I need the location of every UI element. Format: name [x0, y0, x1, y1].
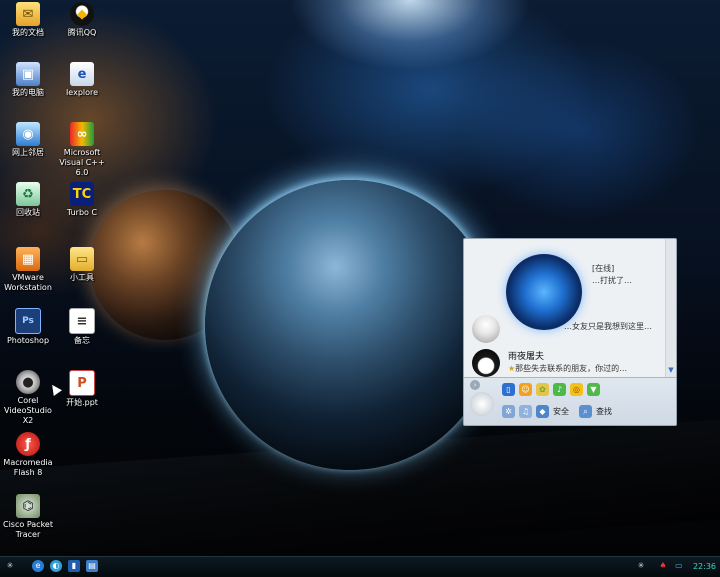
expand-icon[interactable]: › [470, 380, 480, 390]
icon-label: Cisco Packet Tracer [3, 520, 53, 539]
icon-label: 小工具 [70, 273, 94, 282]
shield-icon[interactable]: ▼ [587, 382, 600, 396]
desktop-icon-tools-folder[interactable]: ▭ 小工具 [54, 247, 110, 283]
avatar [472, 349, 500, 377]
phone-icon[interactable]: ▯ [502, 382, 515, 396]
icon-label: 备忘 [74, 336, 90, 345]
desktop-icon-recycle-bin[interactable]: ♻ 回收站 [0, 182, 56, 218]
notepad-icon: ≡ [69, 308, 95, 334]
icon-label: 网上邻居 [12, 148, 44, 157]
recycle-bin-icon: ♻ [16, 182, 40, 206]
start-icon[interactable]: ✳ [4, 560, 16, 572]
wallpaper-planet-earth [205, 180, 495, 470]
explorer-icon[interactable]: ◐ [50, 560, 62, 572]
icon-label: Corel VideoStudio X2 [4, 396, 52, 425]
toolbar-row-apps: ▯ ☺ ✿ ♪ ◎ ▼ [502, 381, 600, 397]
music-icon[interactable]: ♪ [553, 382, 566, 396]
desktop-icon-my-computer[interactable]: ▣ 我的电脑 [0, 62, 56, 98]
toolbar-row-tools: ✲ ♫ ◆ 安全 ⌕ 查找 [502, 403, 618, 419]
desktop-icon-visual-cpp[interactable]: ∞ Microsoft Visual C++ 6.0 [54, 122, 110, 178]
icon-label: VMware Workstation [4, 273, 52, 292]
desktop-icon-start-ppt[interactable]: P 开始.ppt [54, 370, 110, 408]
contact-status: [在线] [592, 264, 615, 273]
photoshop-icon: Ps [15, 308, 41, 334]
corel-videostudio-icon: ● [16, 370, 40, 394]
visual-cpp-icon: ∞ [70, 122, 94, 146]
floating-orb [506, 254, 582, 330]
game-icon[interactable]: ◎ [570, 382, 583, 396]
powerpoint-file-icon: P [69, 370, 95, 396]
desktop-icon-qq[interactable]: ◆ 腾讯QQ [54, 2, 110, 38]
desktop-icon-vmware[interactable]: ▦ VMware Workstation [0, 247, 56, 293]
internet-explorer-icon: e [70, 62, 94, 86]
desktop-icon-cisco-packet-tracer[interactable]: ⌬ Cisco Packet Tracer [0, 494, 56, 540]
clock[interactable]: 22:36 [693, 562, 716, 571]
ie-icon[interactable]: e [32, 560, 44, 572]
scroll-down-arrow-icon[interactable]: ▼ [666, 365, 676, 375]
qq-penguin-icon: ◆ [70, 2, 94, 26]
desktop-icon-my-documents[interactable]: ✉ 我的文档 [0, 2, 56, 38]
flash-icon: ƒ [16, 432, 40, 456]
qq-main-menu-button[interactable] [470, 392, 494, 416]
desktop-icon-photoshop[interactable]: Ps Photoshop [0, 308, 56, 346]
qq-panel-toolbar: › ▯ ☺ ✿ ♪ ◎ ▼ ✲ ♫ ◆ 安全 ⌕ 查找 [464, 377, 676, 425]
contact-status: ★那些失去联系的朋友，你过的… [508, 363, 627, 374]
monitor-icon[interactable]: ▭ [673, 560, 685, 572]
scrollbar[interactable]: ▼ [665, 239, 676, 377]
desktop-icon-corel-videostudio[interactable]: ● Corel VideoStudio X2 [0, 370, 56, 426]
volume-icon[interactable]: ♫ [519, 404, 532, 418]
media-icon[interactable]: ▮ [68, 560, 80, 572]
desktop-icon-flash[interactable]: ƒ Macromedia Flash 8 [0, 432, 56, 478]
documents-folder-icon: ✉ [16, 2, 40, 26]
settings-icon[interactable]: ✲ [502, 404, 515, 418]
desktop-icon-turbo-c[interactable]: TC Turbo C [54, 182, 110, 218]
desktop-icon-memo[interactable]: ≡ 备忘 [54, 308, 110, 346]
desktop-icon-iexplore[interactable]: e Iexplore [54, 62, 110, 98]
contact-status-message: 那些失去联系的朋友，你过的… [515, 364, 628, 373]
desktop-icon-network[interactable]: ◉ 网上邻居 [0, 122, 56, 158]
turbo-c-icon: TC [70, 182, 94, 206]
qq-tray-icon[interactable]: ♠ [657, 560, 669, 572]
contact-name: 雨夜屠夫 [508, 352, 545, 362]
icon-label: Macromedia Flash 8 [3, 458, 53, 477]
icon-label: Microsoft Visual C++ 6.0 [59, 148, 105, 177]
vmware-icon: ▦ [16, 247, 40, 271]
desktop-icon[interactable]: ▤ [86, 560, 98, 572]
people-icon[interactable]: ☺ [519, 382, 532, 396]
icon-label: Iexplore [65, 88, 99, 97]
contact-status: …女友只是我想到这里… [564, 322, 652, 331]
icon-label: 开始.ppt [66, 398, 98, 407]
system-tray: ✳ ♠ ▭ 22:36 [635, 560, 716, 572]
icon-label: Photoshop [6, 336, 50, 345]
pet-icon[interactable]: ✿ [536, 382, 549, 396]
settings-icon[interactable]: ✳ [635, 560, 647, 572]
contact-status-message: …打扰了… [592, 276, 632, 285]
icon-label: 腾讯QQ [67, 28, 97, 37]
taskbar: ✳ e ◐ ▮ ▤ ✳ ♠ ▭ 22:36 [0, 556, 720, 577]
security-shield-icon[interactable]: ◆ [536, 404, 549, 418]
avatar [472, 315, 500, 343]
computer-icon: ▣ [16, 62, 40, 86]
icon-label: Turbo C [66, 208, 98, 217]
search-icon[interactable]: ⌕ [579, 404, 592, 418]
icon-label: 回收站 [16, 208, 40, 217]
quick-launch: ✳ e ◐ ▮ ▤ [4, 560, 98, 572]
icon-label: 我的电脑 [12, 88, 44, 97]
network-icon: ◉ [16, 122, 40, 146]
find-button[interactable]: 查找 [596, 406, 612, 417]
icon-label: 我的文档 [12, 28, 44, 37]
security-button[interactable]: 安全 [553, 406, 569, 417]
cisco-packet-tracer-icon: ⌬ [16, 494, 40, 518]
folder-icon: ▭ [70, 247, 94, 271]
desktop: ✉ 我的文档 ▣ 我的电脑 ◉ 网上邻居 ♻ 回收站 ▦ VMware Work… [0, 0, 720, 556]
